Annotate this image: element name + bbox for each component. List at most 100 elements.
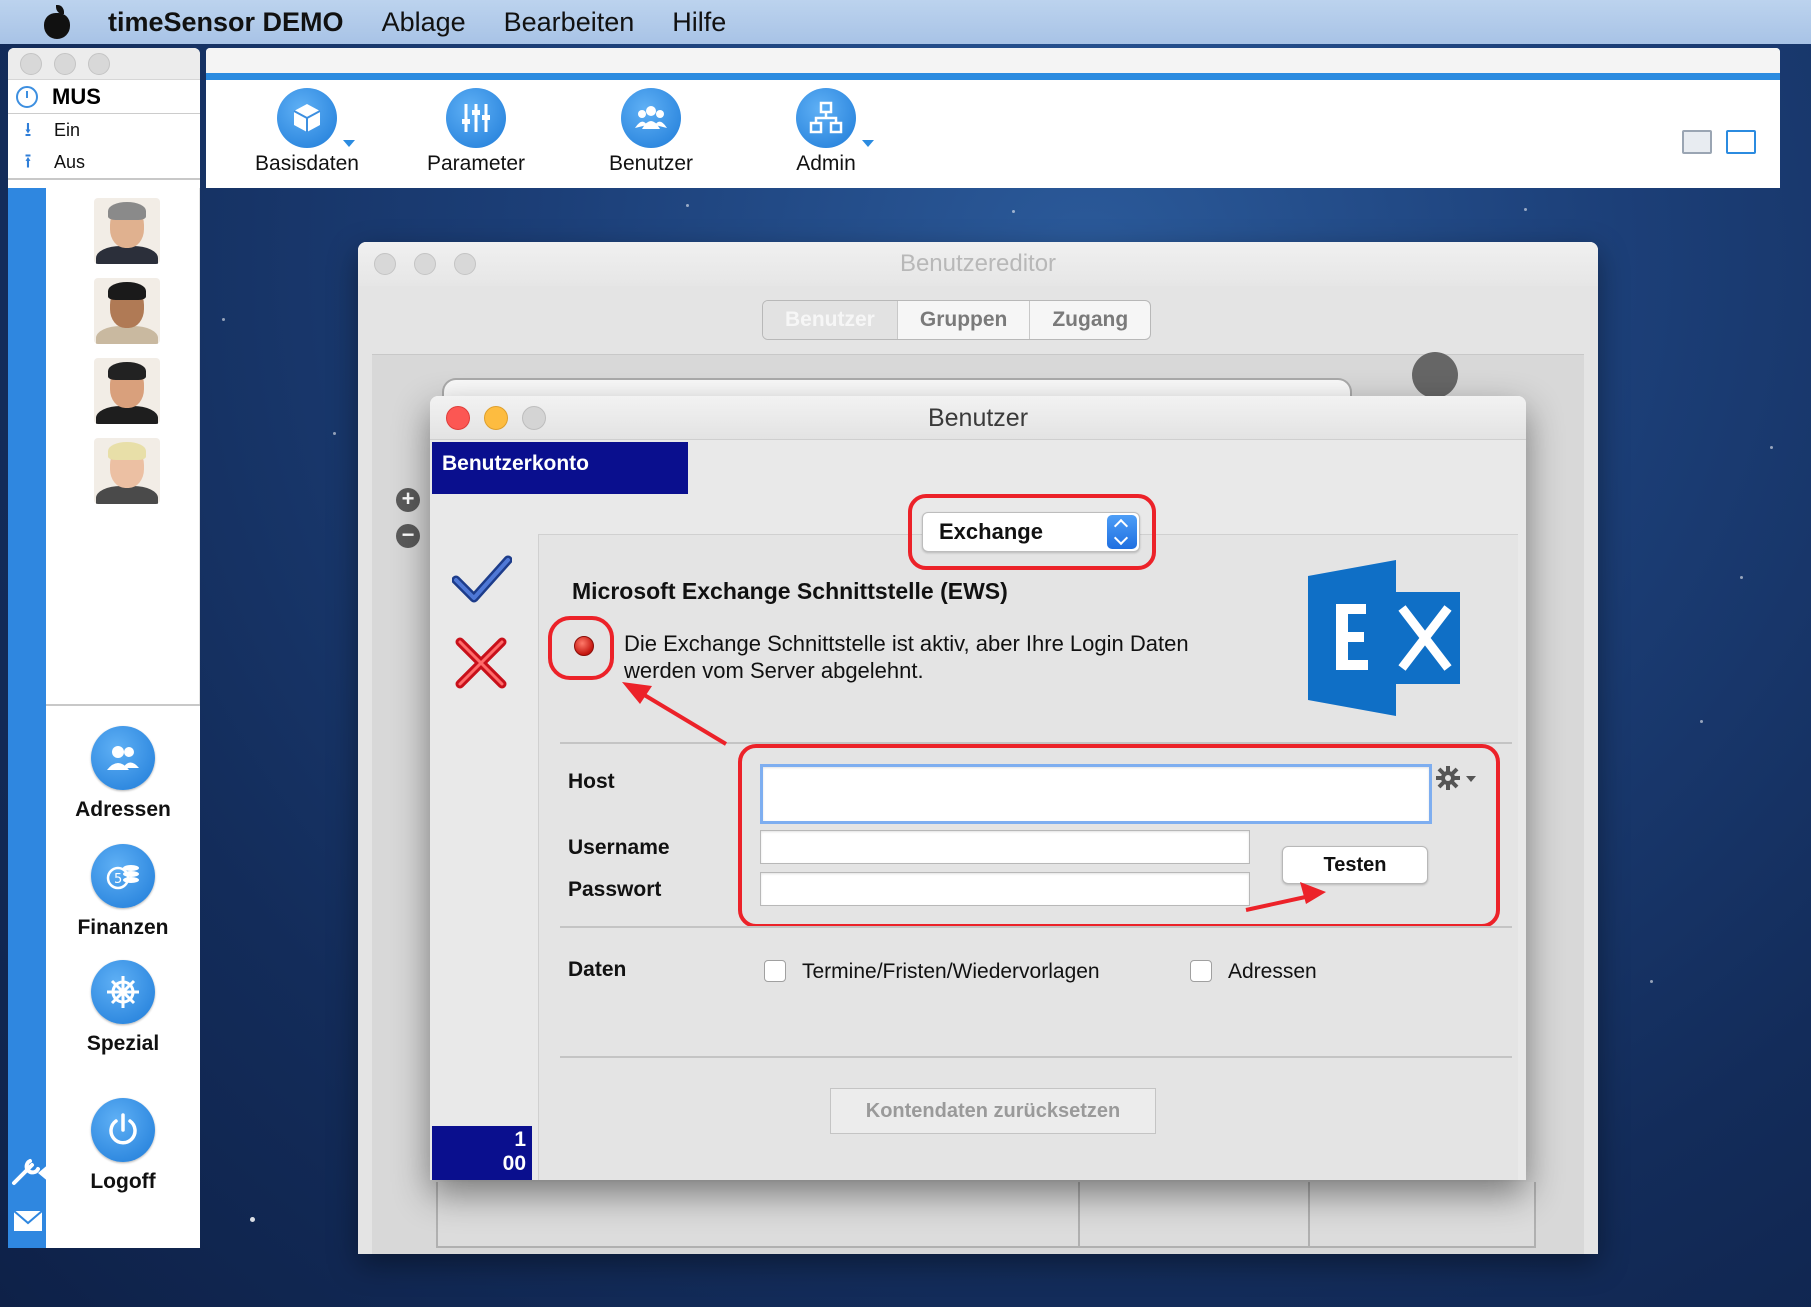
sidebar-nav: Adressen 5 Finanzen Spezial Logoff bbox=[46, 706, 200, 1248]
host-label: Host bbox=[568, 770, 615, 793]
cancel-x-icon[interactable] bbox=[454, 636, 508, 695]
hierarchy-icon bbox=[796, 88, 856, 148]
username-input[interactable] bbox=[760, 830, 1250, 864]
nav-logoff[interactable]: Logoff bbox=[46, 1098, 200, 1194]
tab-zugang[interactable]: Zugang bbox=[1030, 301, 1150, 339]
avatar[interactable] bbox=[94, 278, 160, 344]
benutzerkonto-label: Benutzerkonto bbox=[432, 442, 688, 494]
checkmark-icon[interactable] bbox=[451, 554, 513, 609]
upload-icon: ⭱ bbox=[24, 151, 32, 173]
interface-selector[interactable]: Exchange bbox=[922, 512, 1140, 552]
test-button[interactable]: Testen bbox=[1282, 846, 1428, 884]
nav-finanzen[interactable]: 5 Finanzen bbox=[46, 844, 200, 940]
gear-icon[interactable] bbox=[1434, 764, 1480, 799]
host-input[interactable] bbox=[760, 764, 1432, 824]
password-label: Passwort bbox=[568, 878, 662, 901]
toolbar-window: Basisdaten Parameter Benutzer Admin bbox=[206, 48, 1780, 188]
pager: 1 00 bbox=[432, 1126, 532, 1180]
people-icon bbox=[91, 726, 155, 790]
close-light[interactable] bbox=[20, 52, 42, 75]
toolbar-parameter[interactable]: Parameter bbox=[406, 88, 546, 176]
nav-logoff-label: Logoff bbox=[90, 1170, 156, 1193]
stepper-icon bbox=[1107, 515, 1137, 549]
clock-out-label: Aus bbox=[54, 151, 86, 172]
clock-icon bbox=[16, 85, 38, 108]
minimize-light[interactable] bbox=[54, 52, 76, 75]
avatar[interactable] bbox=[94, 438, 160, 504]
tab-gruppen[interactable]: Gruppen bbox=[898, 301, 1031, 339]
pager-top: 1 bbox=[514, 1128, 526, 1151]
svg-text:5: 5 bbox=[114, 872, 122, 887]
separator bbox=[560, 1056, 1512, 1058]
exchange-logo-icon bbox=[1306, 560, 1466, 721]
clock-out-row[interactable]: ⭱ Aus bbox=[8, 146, 200, 178]
dialog-left-panel bbox=[430, 440, 538, 1180]
download-icon: ⭳ bbox=[24, 119, 32, 141]
sidebar-window: MUS ⭳ Ein ⭱ Aus Adressen 5 Finanzen Spez… bbox=[8, 48, 200, 1248]
menu-ablage[interactable]: Ablage bbox=[382, 7, 466, 38]
window-icon[interactable] bbox=[1726, 130, 1756, 154]
editor-title: Benutzereditor bbox=[899, 250, 1057, 277]
people-list bbox=[46, 188, 200, 704]
checkbox-termine-label: Termine/Fristen/Wiedervorlagen bbox=[802, 960, 1100, 983]
nav-spezial[interactable]: Spezial bbox=[46, 960, 200, 1056]
remove-icon[interactable]: − bbox=[396, 524, 420, 548]
sidebar-body: Adressen 5 Finanzen Spezial Logoff bbox=[8, 188, 200, 1248]
toolbar-basisdaten[interactable]: Basisdaten bbox=[237, 88, 377, 176]
coins-icon: 5 bbox=[91, 844, 155, 908]
cube-icon bbox=[277, 88, 337, 148]
interface-heading: Microsoft Exchange Schnittstelle (EWS) bbox=[572, 578, 1008, 604]
zoom-light[interactable] bbox=[88, 52, 110, 75]
sidebar-divider bbox=[8, 178, 200, 180]
nav-spezial-label: Spezial bbox=[86, 1032, 160, 1055]
toolbar-admin-label: Admin bbox=[796, 152, 856, 175]
sidebar-user[interactable]: MUS bbox=[8, 80, 200, 114]
helm-icon bbox=[91, 960, 155, 1024]
apple-icon[interactable] bbox=[42, 5, 72, 39]
checkbox-adressen[interactable] bbox=[1190, 960, 1212, 982]
wrench-icon[interactable] bbox=[10, 1145, 66, 1235]
clock-in-label: Ein bbox=[54, 119, 81, 140]
status-message: Die Exchange Schnittstelle ist aktiv, ab… bbox=[624, 631, 1189, 683]
toolbar-benutzer[interactable]: Benutzer bbox=[581, 88, 721, 176]
users-icon bbox=[621, 88, 681, 148]
separator bbox=[560, 926, 1512, 928]
pager-bottom: 00 bbox=[502, 1152, 526, 1175]
nav-adressen[interactable]: Adressen bbox=[46, 726, 200, 822]
clock-in-row[interactable]: ⭳ Ein bbox=[8, 114, 200, 146]
chevron-down-icon[interactable] bbox=[343, 140, 355, 147]
sidebar-tools bbox=[10, 1145, 50, 1240]
menu-app-name[interactable]: timeSensor DEMO bbox=[108, 7, 344, 38]
toolbar-right-icons bbox=[1682, 130, 1756, 154]
sidebar-titlebar bbox=[8, 48, 200, 80]
toolbar-benutzer-label: Benutzer bbox=[608, 152, 694, 175]
chevron-down-icon[interactable] bbox=[862, 140, 874, 147]
user-code: MUS bbox=[52, 83, 101, 109]
username-label: Username bbox=[568, 836, 670, 859]
power-icon bbox=[91, 1098, 155, 1162]
reset-account-button[interactable]: Kontendaten zurücksetzen bbox=[830, 1088, 1156, 1134]
add-icon[interactable]: + bbox=[396, 488, 420, 512]
password-input[interactable] bbox=[760, 872, 1250, 906]
checkbox-termine[interactable] bbox=[764, 960, 786, 982]
editor-tabs: Benutzer Gruppen Zugang bbox=[762, 300, 1152, 340]
user-silhouette-icon bbox=[1412, 352, 1458, 398]
status-indicator bbox=[574, 636, 594, 656]
nav-finanzen-label: Finanzen bbox=[77, 916, 169, 939]
nav-adressen-label: Adressen bbox=[75, 798, 171, 821]
interface-selector-value: Exchange bbox=[939, 519, 1043, 544]
toolbar-parameter-label: Parameter bbox=[426, 152, 526, 175]
book-icon[interactable] bbox=[1682, 130, 1712, 154]
avatar[interactable] bbox=[94, 198, 160, 264]
data-label: Daten bbox=[568, 958, 627, 981]
dialog-title: Benutzer bbox=[927, 404, 1029, 432]
sidebar-blue-strip bbox=[8, 188, 46, 1248]
menu-bearbeiten[interactable]: Bearbeiten bbox=[504, 7, 635, 38]
menubar: timeSensor DEMO Ablage Bearbeiten Hilfe bbox=[0, 0, 1811, 44]
menu-hilfe[interactable]: Hilfe bbox=[672, 7, 726, 38]
tab-benutzer[interactable]: Benutzer bbox=[763, 301, 898, 339]
toolbar-admin[interactable]: Admin bbox=[756, 88, 896, 176]
editor-table bbox=[436, 1182, 1536, 1248]
avatar[interactable] bbox=[94, 358, 160, 424]
editor-titlebar: Benutzereditor bbox=[358, 242, 1598, 286]
